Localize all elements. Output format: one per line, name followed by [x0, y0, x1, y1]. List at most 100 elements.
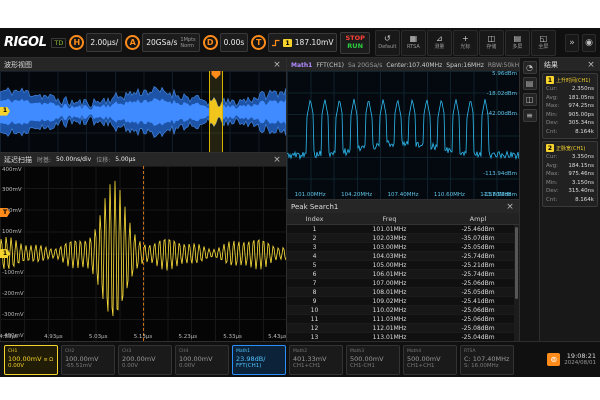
channel-box-math4[interactable]: Math4500.00mVCH1+CH1 — [403, 345, 457, 375]
measurement-index-badge: 1 — [546, 76, 554, 84]
table-row[interactable]: 4104.03MHz-25.74dBm — [287, 252, 519, 261]
table-row[interactable]: 13113.01MHz-25.04dBm — [287, 333, 519, 341]
fft-title-part: Center:107.40MHz — [386, 62, 442, 69]
measure-button[interactable]: ⊿测量 — [427, 30, 452, 56]
trigger-edge-icon — [272, 39, 280, 47]
cursor-button[interactable]: +光标 — [453, 30, 478, 56]
acquire-group: A 20GSa/s 1Mpts Norm — [125, 33, 199, 52]
delay-group: D 0.00s — [203, 33, 249, 52]
delayed-sweep-panel: 延迟扫描 时基: 50.00ns/div 位移: 5.00μs × 400mV3… — [0, 153, 286, 341]
close-icon[interactable]: × — [586, 60, 596, 70]
measurement-card[interactable]: 2正脉宽(CH1)Cur:3.350nsAvg:184.15nsMax:975.… — [542, 141, 598, 207]
acquire-knob[interactable]: A — [125, 35, 140, 50]
measurement-stat: Min:905.00ps — [546, 111, 594, 120]
table-row[interactable]: 10110.02MHz-25.06dBm — [287, 306, 519, 315]
default-button[interactable]: ↺Default — [375, 30, 400, 56]
table-row[interactable]: 9109.02MHz-25.41dBm — [287, 297, 519, 306]
delay-knob[interactable]: D — [203, 35, 218, 50]
multi-window-button-icon: ▤ — [514, 35, 522, 44]
table-row[interactable]: 12112.01MHz-25.08dBm — [287, 324, 519, 333]
measurement-stat: Dev:315.40ns — [546, 187, 594, 196]
measurement-stat: Cur:3.350ns — [546, 153, 594, 162]
trigger-knob[interactable]: T — [251, 35, 266, 50]
table-row[interactable]: 2102.03MHz-35.07dBm — [287, 234, 519, 243]
fft-display[interactable]: 5.96dBm-18.02dBm-42.00dBm-113.94dBm-137.… — [287, 71, 519, 199]
horizontal-knob[interactable]: H — [69, 35, 84, 50]
window-icon[interactable]: ◫ — [523, 93, 537, 106]
trigger-group: T 1 187.10mV — [251, 33, 337, 52]
table-row[interactable]: 5105.00MHz-25.21dBm — [287, 261, 519, 270]
time: 19:08:21 — [564, 352, 596, 360]
list-icon[interactable]: ▤ — [523, 77, 537, 90]
table-row[interactable]: 6106.01MHz-25.74dBm — [287, 270, 519, 279]
zoomview-title: 延迟扫描 — [4, 155, 32, 165]
measurement-stat: Cnt:8.164k — [546, 128, 594, 137]
close-icon[interactable]: × — [272, 60, 282, 70]
menu-icon[interactable]: ≡ — [523, 109, 537, 122]
table-row[interactable]: 7107.00MHz-25.06dBm — [287, 279, 519, 288]
fullscreen-button[interactable]: ◱全屏 — [531, 30, 556, 56]
default-button-icon: ↺ — [384, 35, 391, 44]
channel-box-ch1[interactable]: CH1100.00mV≡ Ω0.00V — [4, 345, 58, 375]
run-stop-button[interactable]: STOP RUN — [340, 32, 369, 54]
channel-box-ch3[interactable]: CH3200.00mV0.00V — [118, 345, 172, 375]
horizontal-group: H 2.00μs/ — [69, 33, 122, 52]
waveform-display[interactable]: 1 — [0, 71, 286, 152]
collapse-icon[interactable]: » — [565, 34, 579, 52]
measurement-stat: Max:974.25ns — [546, 102, 594, 111]
measurement-stat: Cnt:8.164k — [546, 196, 594, 205]
power-icon[interactable]: ◉ — [582, 34, 596, 52]
fft-title-part: RBW:50kHz — [488, 62, 519, 69]
channel-box-math1[interactable]: Math123.98dB/FFT(CH1) — [232, 345, 286, 375]
measurement-card[interactable]: 1上升时间(CH1)Cur:2.350nsAvg:181.05nsMax:974… — [542, 73, 598, 139]
toolbar-buttons: ↺Default▦RTSA⊿测量+光标◫存储▤多屏◱全屏 — [375, 30, 556, 56]
peak-search-panel: Peak Search1 × IndexFreqAmpl 1101.01MHz-… — [287, 200, 519, 341]
measurement-index-badge: 2 — [546, 144, 554, 152]
screen: RIGOL TD H 2.00μs/ A 20GSa/s 1Mpts Norm … — [0, 0, 600, 400]
measurement-name: 正脉宽(CH1) — [556, 145, 585, 152]
trigger-source-chip: 1 — [283, 39, 292, 47]
measurement-name: 上升时间(CH1) — [556, 77, 590, 84]
rigol-logo: RIGOL — [4, 35, 46, 50]
results-sidebar: 结果 × 1上升时间(CH1)Cur:2.350nsAvg:181.05nsMa… — [540, 58, 600, 341]
zoom-display[interactable]: 400mV300mV200mV100mV0V-100mV-200mV-300mV… — [0, 166, 286, 341]
delay-value[interactable]: 0.00s — [220, 33, 249, 52]
trigger-mode-badge: TD — [51, 38, 66, 48]
sample-rate-value[interactable]: 20GSa/s 1Mpts Norm — [142, 33, 199, 52]
center-reference-line — [143, 166, 144, 341]
fft-title-part: Span:16MHz — [446, 62, 484, 69]
channel-box-rtsa[interactable]: RTSAC: 107.40MHzS: 16.00MHz — [460, 345, 514, 375]
close-icon[interactable]: × — [505, 202, 515, 212]
fft-title-part: Math1 — [291, 62, 312, 69]
fullscreen-button-icon: ◱ — [540, 35, 548, 44]
table-row[interactable]: 1101.01MHz-25.46dBm — [287, 225, 519, 234]
timebase-value[interactable]: 2.00μs/ — [86, 33, 122, 52]
scrollbar-thumb[interactable] — [515, 227, 518, 299]
clock-area: ⊚ 19:08:21 2024/08/01 — [547, 352, 596, 368]
scrollbar[interactable] — [514, 225, 519, 341]
channel-box-math3[interactable]: Math3500.00mVCH1-CH1 — [346, 345, 400, 375]
system-status-icon[interactable]: ⊚ — [547, 353, 560, 366]
channel-box-ch2[interactable]: CH2100.00mV-65.51mV — [61, 345, 115, 375]
table-row[interactable]: 11111.03MHz-25.06dBm — [287, 315, 519, 324]
trigger-value[interactable]: 1 187.10mV — [268, 33, 337, 52]
storage-button[interactable]: ◫存储 — [479, 30, 504, 56]
measurement-stat: Cur:2.350ns — [546, 85, 594, 94]
multi-window-button[interactable]: ▤多屏 — [505, 30, 530, 56]
channel-box-ch4[interactable]: CH4100.00mV0.00V — [175, 345, 229, 375]
timebase-label: 时基: — [37, 155, 51, 164]
measurement-stat: Dev:305.34ns — [546, 119, 594, 128]
clock-icon[interactable]: ◔ — [523, 61, 537, 74]
zoom-window-region[interactable] — [209, 71, 223, 152]
main-area: 波形视图 × 1 延迟扫描 时基: 50.00ns/div 位移: 5.00μs — [0, 58, 600, 341]
fft-trace — [287, 71, 519, 199]
acquire-mode: Norm — [180, 43, 195, 49]
fft-title: Math1FFT(CH1)Sa 20GSa/sCenter:107.40MHzS… — [291, 61, 519, 69]
column-header: Index — [287, 215, 342, 223]
rtsa-button[interactable]: ▦RTSA — [401, 30, 426, 56]
channel-box-math2[interactable]: Math2401.33mVCH1+CH1 — [289, 345, 343, 375]
table-row[interactable]: 8108.01MHz-25.05dBm — [287, 288, 519, 297]
table-row[interactable]: 3103.00MHz-25.05dBm — [287, 243, 519, 252]
close-icon[interactable]: × — [272, 155, 282, 165]
peak-table-title: Peak Search1 — [291, 203, 338, 211]
